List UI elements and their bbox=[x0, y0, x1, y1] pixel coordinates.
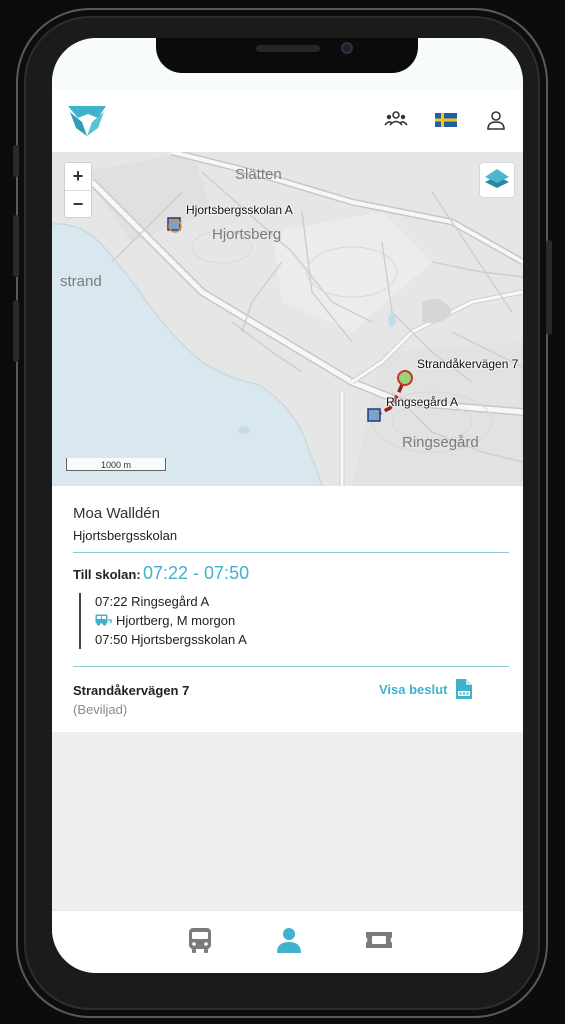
bus-route-icon bbox=[95, 614, 112, 626]
zoom-out-button[interactable]: − bbox=[65, 191, 91, 218]
decision-status: (Beviljad) bbox=[73, 702, 128, 717]
map-label-hjortsberg: Hjortsberg bbox=[212, 226, 282, 243]
user-profile-icon[interactable] bbox=[484, 110, 508, 130]
ticket-icon[interactable] bbox=[364, 925, 394, 955]
map-label-ringsegard: Ringsegård bbox=[402, 434, 479, 451]
swedish-flag-icon[interactable] bbox=[434, 110, 458, 130]
trip-route: Hjortberg, M morgon bbox=[95, 613, 235, 628]
app-header bbox=[52, 90, 523, 153]
view-decision-link[interactable]: Visa beslut bbox=[379, 682, 447, 697]
trip-timeline-line bbox=[79, 593, 81, 649]
pdf-document-icon[interactable] bbox=[455, 678, 473, 700]
brand-logo-icon[interactable] bbox=[64, 98, 110, 144]
layers-icon bbox=[485, 169, 509, 188]
map-label-strand: strand bbox=[60, 273, 102, 290]
app-screen: Slätten Hjortsberg strand Ringsegård Hjo… bbox=[52, 38, 523, 973]
front-camera bbox=[341, 42, 353, 54]
zoom-in-button[interactable]: + bbox=[65, 163, 91, 191]
person-icon[interactable] bbox=[274, 925, 304, 955]
notch bbox=[156, 38, 418, 73]
people-group-icon[interactable] bbox=[384, 110, 408, 130]
trip-time-range: 07:22 - 07:50 bbox=[143, 563, 250, 583]
trip-arrival: 07:50 Hjortsbergsskolan A bbox=[95, 632, 247, 647]
student-name: Moa Walldén bbox=[73, 505, 160, 522]
power-button bbox=[546, 240, 552, 335]
map-scale-bar: 1000 m bbox=[66, 458, 166, 471]
bottom-navigation bbox=[52, 910, 523, 973]
speaker bbox=[256, 45, 320, 52]
trip-route-label: Hjortberg, M morgon bbox=[116, 613, 236, 628]
volume-down-button bbox=[13, 300, 19, 362]
divider bbox=[73, 666, 509, 667]
student-info-card: Moa Walldén Hjortsbergsskolan Till skola… bbox=[52, 486, 523, 732]
volume-up-button bbox=[13, 215, 19, 277]
decision-address: Strandåkervägen 7 bbox=[73, 683, 190, 698]
divider bbox=[73, 552, 509, 553]
trip-direction-label: Till skolan: bbox=[73, 567, 141, 582]
map-stop-label-school: Hjortsbergsskolan A bbox=[186, 203, 293, 217]
layers-button[interactable] bbox=[479, 162, 515, 198]
student-school: Hjortsbergsskolan bbox=[73, 528, 178, 543]
route-map[interactable]: Slätten Hjortsberg strand Ringsegård Hjo… bbox=[52, 152, 523, 486]
zoom-control: + − bbox=[64, 162, 92, 218]
map-label-slatten: Slätten bbox=[235, 166, 282, 183]
bus-icon[interactable] bbox=[185, 925, 215, 955]
trip-departure: 07:22 Ringsegård A bbox=[95, 594, 210, 609]
map-stop-label-pickup: Ringsegård A bbox=[386, 395, 459, 409]
mute-switch bbox=[13, 145, 19, 177]
map-stop-label-home: Strandåkervägen 7 bbox=[417, 357, 519, 371]
